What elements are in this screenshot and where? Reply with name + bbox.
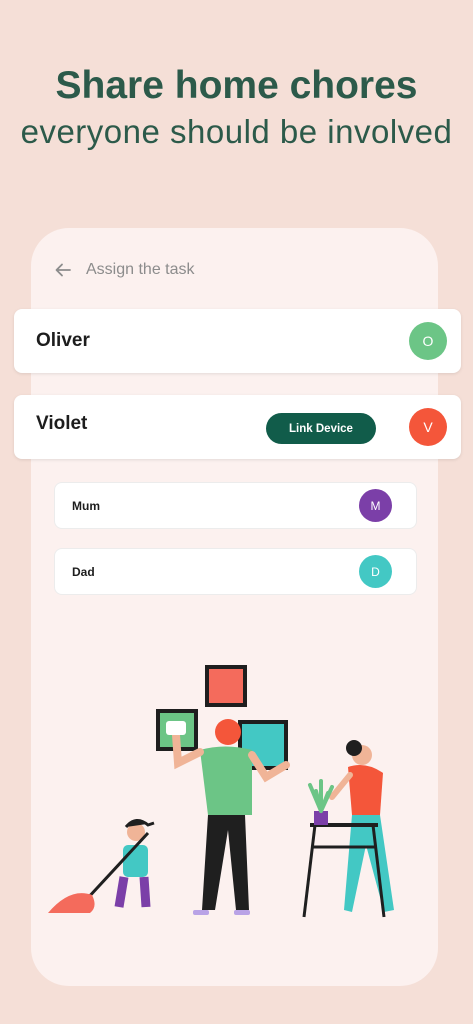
member-name: Dad (72, 564, 95, 579)
link-device-button[interactable]: Link Device (266, 413, 376, 444)
avatar: V (409, 408, 447, 446)
member-name: Violet (36, 413, 88, 434)
headline-title: Share home chores (55, 64, 418, 107)
member-name: Mum (72, 498, 100, 513)
member-card-dad[interactable]: Dad D (54, 548, 417, 595)
screen-title: Assign the task (86, 261, 195, 278)
top-bar: Assign the task (54, 258, 195, 282)
family-cleaning-illustration (40, 655, 420, 925)
member-card-violet[interactable]: Violet Link Device V (14, 395, 461, 459)
member-card-oliver[interactable]: Oliver O (14, 309, 461, 373)
headline: Share home chores everyone should be inv… (0, 62, 473, 154)
member-card-mum[interactable]: Mum M (54, 482, 417, 529)
avatar: M (359, 489, 392, 522)
avatar: O (409, 322, 447, 360)
member-name: Oliver (36, 330, 90, 351)
headline-subtitle: everyone should be involved (20, 113, 453, 150)
arrow-left-icon[interactable] (54, 261, 72, 279)
avatar: D (359, 555, 392, 588)
